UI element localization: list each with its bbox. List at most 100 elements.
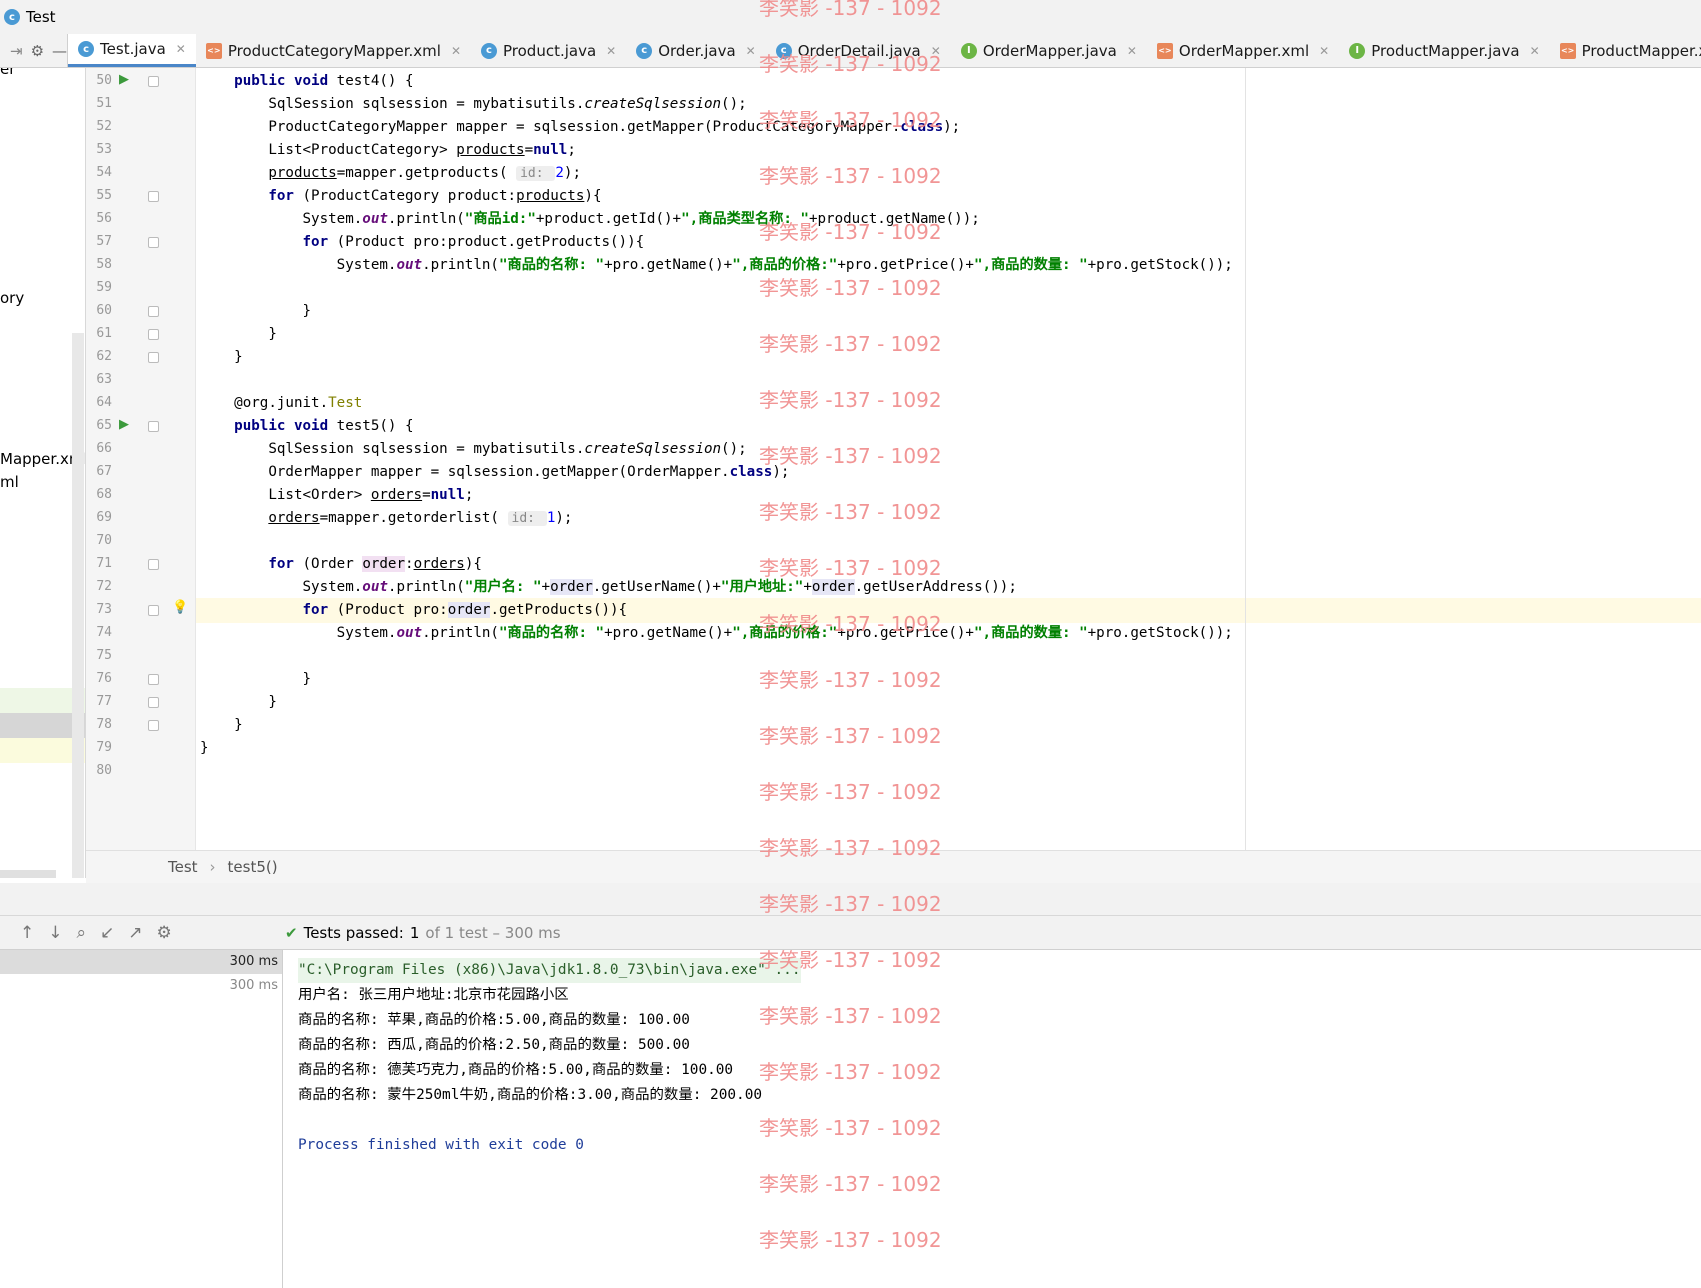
fold-marker-icon[interactable] [148,605,159,616]
tab-productcategorymapper-xml[interactable]: <> ProductCategoryMapper.xml ✕ [196,34,471,67]
fold-marker-icon[interactable] [148,720,159,731]
gear-icon[interactable]: ⚙ [31,42,44,60]
code-line[interactable]: } [196,667,311,692]
code-line[interactable]: public void test5() { [196,414,413,439]
code-token: (Product pro: [336,602,448,618]
code-line[interactable]: System.out.println("商品的名称: "+pro.getName… [196,253,1233,278]
project-item[interactable]: er [0,68,15,78]
fold-marker-icon[interactable] [148,674,159,685]
tab-product-java[interactable]: c Product.java ✕ [471,34,626,67]
import-icon[interactable]: ↙ [100,923,114,943]
code-line[interactable]: } [196,736,209,761]
code-token: null [533,142,568,158]
arrow-up-icon[interactable]: ↑ [20,923,34,943]
fold-marker-icon[interactable] [148,697,159,708]
arrow-down-icon[interactable]: ↓ [48,923,62,943]
code-line[interactable]: SqlSession sqlsession = mybatisutils.cre… [196,92,746,117]
code-token: ); [943,119,961,135]
code-token: Test [328,395,363,411]
xml-icon: <> [205,42,222,59]
code-line[interactable]: OrderMapper mapper = sqlsession.getMappe… [196,460,789,485]
code-token: order [550,579,593,595]
close-icon[interactable]: ✕ [176,42,186,56]
watermark-text: 李笑影 -137 - 1092 [759,780,942,804]
close-icon[interactable]: ✕ [746,44,756,58]
tab-productmapper-java[interactable]: I ProductMapper.java ✕ [1339,34,1549,67]
line-number: 54 [96,165,112,180]
code-line[interactable]: products=mapper.getproducts( id: 2); [196,161,581,186]
project-item[interactable]: ml [0,473,19,491]
console-output[interactable]: "C:\Program Files (x86)\Java\jdk1.8.0_73… [284,950,1701,1288]
code-line[interactable]: for (Product pro:product.getProducts()){ [196,230,645,255]
code-line[interactable]: } [196,345,243,370]
code-token: .getProducts()){ [490,602,628,618]
run-test-icon[interactable]: ▶ [119,72,129,87]
code-line[interactable] [196,276,200,301]
run-test-icon[interactable]: ▶ [119,417,129,432]
code-line[interactable]: for (Order order:orders){ [196,552,482,577]
close-icon[interactable]: ✕ [1127,44,1137,58]
code-editor[interactable]: public void test4() { SqlSession sqlsess… [196,68,1701,850]
code-line[interactable]: } [196,322,277,347]
fold-marker-icon[interactable] [148,191,159,202]
history-icon[interactable]: ⌕ [77,923,87,943]
code-line[interactable]: } [196,713,243,738]
code-line[interactable]: public void test4() { [196,69,413,94]
test-tree-row[interactable]: 300 ms [0,974,282,998]
line-number: 77 [96,694,112,709]
line-number: 65 [96,418,112,433]
code-line[interactable]: List<ProductCategory> products=null; [196,138,576,163]
breadcrumb-class[interactable]: Test [168,858,198,876]
minimize-icon[interactable]: — [52,42,67,60]
tab-test-java[interactable]: c Test.java ✕ [68,34,196,67]
fold-marker-icon[interactable] [148,306,159,317]
code-line[interactable] [196,644,200,669]
close-icon[interactable]: ✕ [1319,44,1329,58]
line-number: 56 [96,211,112,226]
code-line[interactable] [196,529,200,554]
fold-marker-icon[interactable] [148,559,159,570]
code-token: public void [234,73,337,89]
code-line[interactable]: System.out.println("商品的名称: "+pro.getName… [196,621,1233,646]
code-line[interactable]: SqlSession sqlsession = mybatisutils.cre… [196,437,746,462]
code-line[interactable] [196,759,200,784]
scroll-icon[interactable]: ⇥ [10,42,23,60]
code-line[interactable]: } [196,690,277,715]
code-token: + [541,579,551,595]
code-line[interactable] [196,368,200,393]
tab-order-java[interactable]: c Order.java ✕ [626,34,766,67]
fold-marker-icon[interactable] [148,421,159,432]
fold-marker-icon[interactable] [148,329,159,340]
tab-label: OrderMapper.xml [1178,41,1310,60]
tab-label: OrderMapper.java [982,41,1117,60]
project-scrollbar[interactable] [72,333,84,878]
gear-icon[interactable]: ⚙ [157,923,172,943]
fold-marker-icon[interactable] [148,352,159,363]
code-line[interactable]: for (ProductCategory product:products){ [196,184,601,209]
tab-label: ProductMapper.java [1371,41,1520,60]
code-line[interactable]: List<Order> orders=null; [196,483,473,508]
close-icon[interactable]: ✕ [1530,44,1540,58]
export-icon[interactable]: ↗ [128,923,142,943]
code-line[interactable]: @org.junit.Test [196,391,362,416]
code-line[interactable]: for (Product pro:order.getProducts()){ [196,598,1701,623]
tab-ordermapper-java[interactable]: I OrderMapper.java ✕ [951,34,1147,67]
line-number: 67 [96,464,112,479]
horizontal-scrollbar[interactable] [0,870,56,878]
fold-marker-icon[interactable] [148,237,159,248]
test-tree-row[interactable]: 300 ms [0,950,282,974]
lightbulb-icon[interactable]: 💡 [172,600,188,615]
project-item[interactable]: ory [0,289,24,307]
right-margin-guide [1245,68,1246,850]
code-line[interactable]: } [196,299,311,324]
code-line[interactable]: orders=mapper.getorderlist( id: 1); [196,506,572,531]
tab-ordermapper-xml[interactable]: <> OrderMapper.xml ✕ [1147,34,1339,67]
watermark-text: 李笑影 -137 - 1092 [759,276,942,300]
breadcrumb-method[interactable]: test5() [228,858,278,876]
console-line: "C:\Program Files (x86)\Java\jdk1.8.0_73… [298,958,801,983]
close-icon[interactable]: ✕ [606,44,616,58]
close-icon[interactable]: ✕ [451,44,461,58]
tab-productmapper-xr[interactable]: <>ProductMapper.xr✕ [1550,34,1701,67]
passed-count: 1 [409,923,420,942]
fold-marker-icon[interactable] [148,76,159,87]
